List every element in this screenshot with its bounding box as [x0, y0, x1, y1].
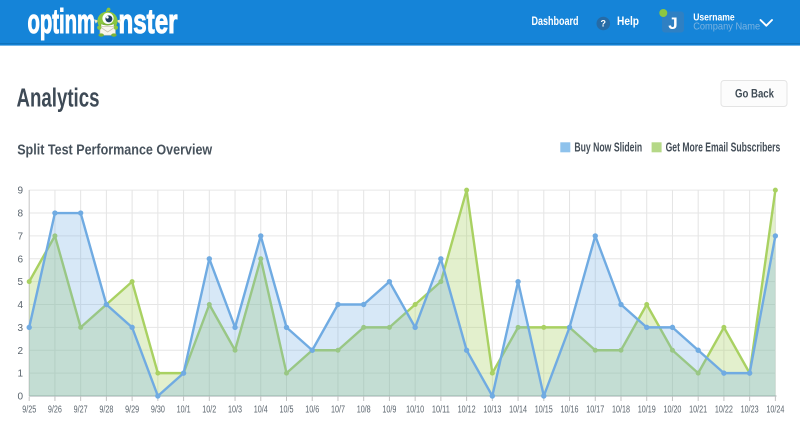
svg-text:4: 4 — [17, 300, 23, 311]
svg-text:Company Name: Company Name — [693, 21, 760, 33]
svg-text:10/8: 10/8 — [357, 405, 371, 416]
svg-text:Dashboard: Dashboard — [532, 14, 579, 28]
svg-text:10/21: 10/21 — [689, 405, 707, 416]
svg-text:optinm: optinm — [28, 3, 96, 41]
svg-text:10/2: 10/2 — [202, 405, 216, 416]
svg-text:10/18: 10/18 — [612, 405, 630, 416]
svg-text:9/25: 9/25 — [22, 405, 36, 416]
svg-text:5: 5 — [17, 277, 23, 288]
svg-text:J: J — [668, 14, 677, 33]
svg-text:?: ? — [601, 19, 607, 29]
svg-text:10/10: 10/10 — [406, 405, 424, 416]
svg-text:2: 2 — [17, 346, 23, 357]
svg-text:10/6: 10/6 — [305, 405, 319, 416]
svg-text:10/24: 10/24 — [766, 405, 784, 416]
svg-text:Get More Email Subscribers: Get More Email Subscribers — [666, 141, 781, 155]
svg-text:8: 8 — [17, 209, 23, 220]
svg-text:10/15: 10/15 — [535, 405, 553, 416]
svg-text:9/26: 9/26 — [48, 405, 62, 416]
svg-text:6: 6 — [17, 254, 23, 265]
svg-text:10/22: 10/22 — [715, 405, 733, 416]
svg-text:10/4: 10/4 — [254, 405, 268, 416]
svg-text:9/28: 9/28 — [99, 405, 113, 416]
svg-text:9/27: 9/27 — [74, 405, 88, 416]
svg-text:9/29: 9/29 — [125, 405, 139, 416]
svg-text:10/13: 10/13 — [483, 405, 501, 416]
svg-text:Buy Now Slidein: Buy Now Slidein — [574, 141, 642, 155]
svg-text:7: 7 — [17, 231, 23, 242]
svg-text:10/20: 10/20 — [663, 405, 681, 416]
svg-text:10/5: 10/5 — [280, 405, 294, 416]
svg-text:Split Test Performance Overvie: Split Test Performance Overview — [17, 143, 213, 159]
svg-text:9/30: 9/30 — [151, 405, 165, 416]
svg-text:10/3: 10/3 — [228, 405, 242, 416]
svg-text:10/7: 10/7 — [331, 405, 345, 416]
svg-text:10/19: 10/19 — [638, 405, 656, 416]
svg-text:10/23: 10/23 — [741, 405, 759, 416]
svg-text:Help: Help — [617, 14, 639, 28]
svg-text:10/1: 10/1 — [177, 405, 191, 416]
svg-text:0: 0 — [17, 392, 23, 403]
svg-text:10/9: 10/9 — [382, 405, 396, 416]
svg-text:10/11: 10/11 — [432, 405, 450, 416]
svg-text:10/17: 10/17 — [586, 405, 604, 416]
svg-text:3: 3 — [17, 323, 23, 334]
svg-text:Go Back: Go Back — [735, 88, 774, 100]
svg-text:9: 9 — [17, 186, 23, 197]
svg-text:nster: nster — [119, 3, 178, 41]
svg-text:Analytics: Analytics — [17, 84, 100, 112]
svg-text:1: 1 — [17, 369, 23, 380]
svg-text:10/14: 10/14 — [509, 405, 527, 416]
svg-text:10/12: 10/12 — [458, 405, 476, 416]
svg-text:10/16: 10/16 — [561, 405, 579, 416]
